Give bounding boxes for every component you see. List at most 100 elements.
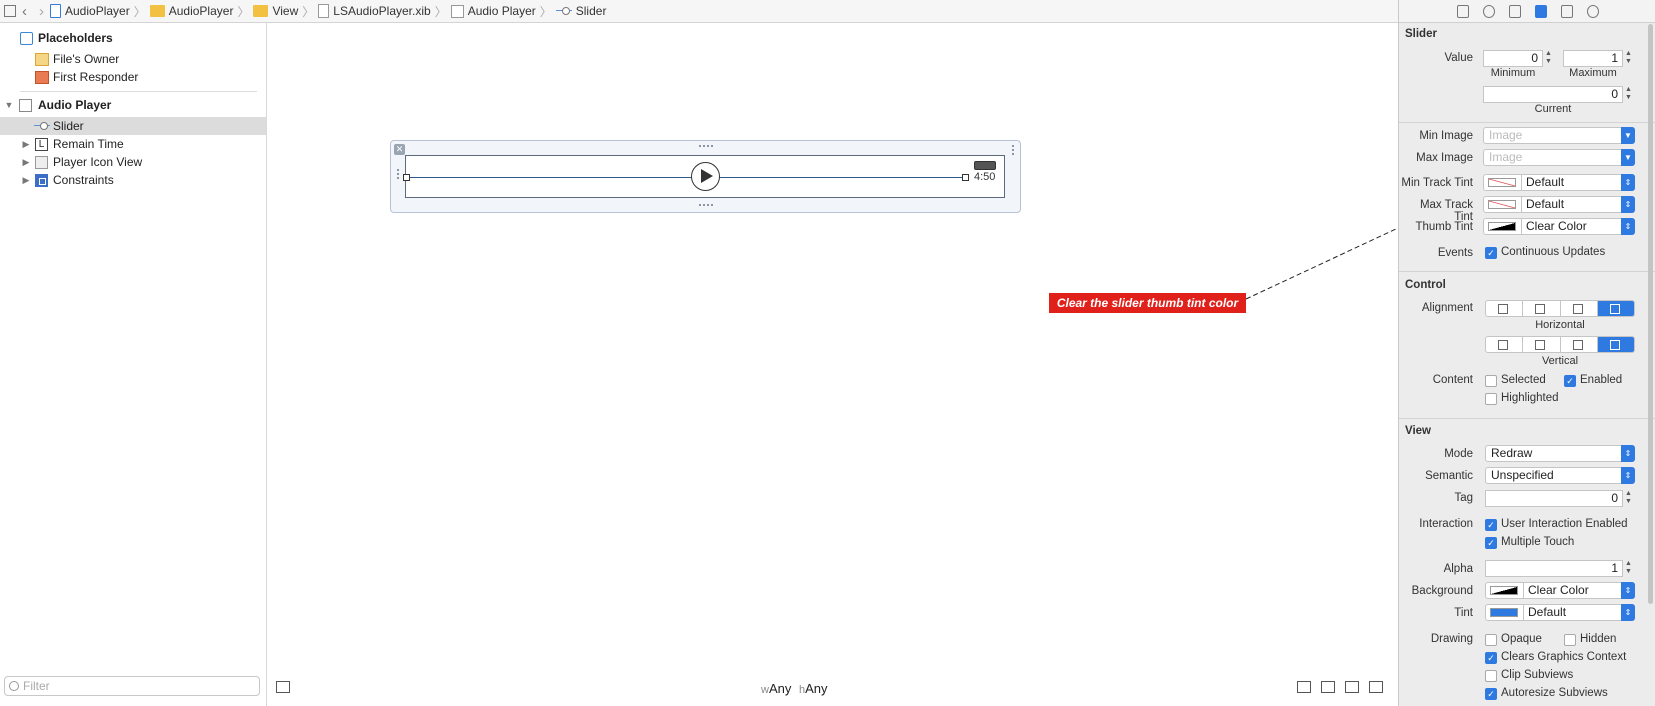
view-icon	[450, 4, 464, 18]
disclosure-open-icon[interactable]: ▼	[4, 100, 14, 110]
back-arrow-icon[interactable]: ‹	[16, 3, 33, 20]
outline-filter-field[interactable]: Filter	[4, 676, 260, 696]
outline-item-constraints[interactable]: ▶ Constraints	[0, 171, 266, 189]
opaque-checkbox[interactable]	[1485, 634, 1497, 646]
alpha-stepper[interactable]: ▲ ▼	[1624, 560, 1633, 577]
minimum-stepper[interactable]: ▲ ▼	[1544, 50, 1553, 67]
disclosure-closed-icon[interactable]: ▶	[21, 157, 31, 168]
tag-stepper[interactable]: ▲ ▼	[1624, 490, 1633, 507]
chevron-updown-icon: ⇕	[1621, 604, 1635, 621]
tint-popup[interactable]: Default ⇕	[1485, 604, 1635, 621]
placeholders-header: Placeholders	[0, 29, 266, 47]
alpha-field[interactable]: 1	[1485, 560, 1623, 577]
max-track-tint-popup[interactable]: Default ⇕	[1483, 196, 1635, 213]
user-interaction-checkbox[interactable]: ✓	[1485, 519, 1497, 531]
label-icon: L	[35, 137, 48, 151]
chevron-updown-icon: ⇕	[1621, 218, 1635, 235]
breadcrumb-separator: 〉	[237, 4, 250, 19]
mode-popup[interactable]: Redraw ⇕	[1485, 445, 1635, 462]
background-label: Background	[1411, 585, 1473, 597]
align-fill-segment[interactable]	[1597, 301, 1634, 316]
breadcrumb-xib[interactable]: LSAudioPlayer.xib	[318, 4, 431, 18]
breadcrumb-project[interactable]: AudioPlayer	[50, 4, 130, 18]
quick-help-icon[interactable]	[1482, 4, 1495, 18]
continuous-updates-label: Continuous Updates	[1501, 246, 1606, 258]
size-class-control[interactable]: wAny hAny	[761, 681, 828, 696]
breadcrumb-slider[interactable]: Slider	[555, 4, 606, 18]
minimum-value-field[interactable]: 0	[1483, 50, 1543, 67]
outline-item-slider[interactable]: Slider	[0, 117, 266, 135]
breadcrumb-audio-player[interactable]: Audio Player	[450, 4, 536, 18]
vertical-caption: Vertical	[1541, 355, 1579, 367]
hidden-checkbox[interactable]	[1564, 634, 1576, 646]
horizontal-alignment-segmented[interactable]	[1485, 300, 1635, 317]
chevron-updown-icon: ⇕	[1621, 582, 1635, 599]
current-value-field[interactable]: 0	[1483, 86, 1623, 103]
align-vfill-segment[interactable]	[1597, 337, 1634, 352]
clear-color-swatch	[1488, 222, 1516, 231]
maximum-stepper[interactable]: ▲ ▼	[1624, 50, 1633, 67]
align-right-segment[interactable]	[1561, 301, 1598, 316]
continuous-updates-checkbox[interactable]: ✓	[1485, 247, 1497, 259]
align-bottom-segment[interactable]	[1561, 337, 1598, 352]
resolve-issues-icon[interactable]	[1369, 681, 1383, 693]
interface-builder-canvas[interactable]: ✕ 4:50	[267, 23, 1398, 706]
breadcrumb-view-folder[interactable]: View	[253, 4, 298, 18]
outline-item-files-owner[interactable]: File's Owner	[0, 50, 266, 68]
identity-inspector-icon[interactable]	[1508, 4, 1521, 18]
outline-item-audio-player[interactable]: ▼ Audio Player	[0, 96, 266, 114]
grid-icon[interactable]	[4, 5, 16, 17]
inspector-tabs	[1399, 0, 1655, 23]
disclosure-closed-icon[interactable]: ▶	[21, 139, 31, 150]
popup-divider	[1521, 175, 1522, 190]
outline-item-remain-time[interactable]: ▶ L Remain Time	[0, 135, 266, 153]
background-popup[interactable]: Clear Color ⇕	[1485, 582, 1635, 599]
attributes-inspector-icon[interactable]	[1534, 4, 1547, 18]
forward-arrow-icon[interactable]: ›	[33, 3, 50, 20]
outline-item-first-responder[interactable]: First Responder	[0, 68, 266, 86]
folder-icon	[253, 5, 269, 17]
align-center-segment[interactable]	[1523, 301, 1561, 316]
vertical-alignment-segmented[interactable]	[1485, 336, 1635, 353]
clears-graphics-checkbox[interactable]: ✓	[1485, 652, 1497, 664]
highlighted-checkbox[interactable]	[1485, 393, 1497, 405]
multiple-touch-checkbox[interactable]: ✓	[1485, 537, 1497, 549]
current-stepper[interactable]: ▲ ▼	[1624, 86, 1633, 103]
inspector-scrollbar[interactable]	[1648, 24, 1653, 604]
disclosure-closed-icon[interactable]: ▶	[21, 175, 31, 186]
image-view-icon	[35, 155, 48, 169]
autoresize-subviews-checkbox[interactable]: ✓	[1485, 688, 1497, 700]
file-inspector-icon[interactable]	[1456, 4, 1469, 18]
drawing-label: Drawing	[1430, 633, 1473, 645]
popup-divider	[1523, 583, 1524, 598]
placeholders-cube-icon	[20, 31, 33, 45]
align-left-segment[interactable]	[1486, 301, 1524, 316]
enabled-checkbox[interactable]: ✓	[1564, 375, 1576, 387]
tag-field[interactable]: 0	[1485, 490, 1623, 507]
connections-inspector-icon[interactable]	[1586, 4, 1599, 18]
semantic-popup[interactable]: Unspecified ⇕	[1485, 467, 1635, 484]
align-icon[interactable]	[1321, 681, 1335, 693]
selected-checkbox[interactable]	[1485, 375, 1497, 387]
maximum-value-field[interactable]: 1	[1563, 50, 1623, 67]
outline-item-player-icon-view[interactable]: ▶ Player Icon View	[0, 153, 266, 171]
blue-color-swatch	[1490, 608, 1518, 617]
align-middle-segment[interactable]	[1523, 337, 1561, 352]
xib-file-icon	[318, 4, 330, 18]
size-inspector-icon[interactable]	[1560, 4, 1573, 18]
annotation-callout: Clear the slider thumb tint color	[1049, 293, 1246, 313]
min-track-tint-popup[interactable]: Default ⇕	[1483, 174, 1635, 191]
thumb-tint-popup[interactable]: Clear Color ⇕	[1483, 218, 1635, 235]
embed-stack-icon[interactable]	[1297, 681, 1311, 693]
max-image-popup[interactable]: Image ▼	[1483, 149, 1635, 166]
toggle-outline-icon[interactable]	[276, 681, 290, 693]
align-top-segment[interactable]	[1486, 337, 1524, 352]
pin-icon[interactable]	[1345, 681, 1359, 693]
min-image-popup[interactable]: Image ▼	[1483, 127, 1635, 144]
default-color-swatch	[1488, 200, 1516, 209]
chevron-updown-icon: ⇕	[1621, 445, 1635, 462]
chevron-updown-icon: ⇕	[1621, 467, 1635, 484]
breadcrumb-group[interactable]: AudioPlayer	[149, 4, 233, 18]
section-divider	[1399, 271, 1655, 272]
clip-subviews-checkbox[interactable]	[1485, 670, 1497, 682]
